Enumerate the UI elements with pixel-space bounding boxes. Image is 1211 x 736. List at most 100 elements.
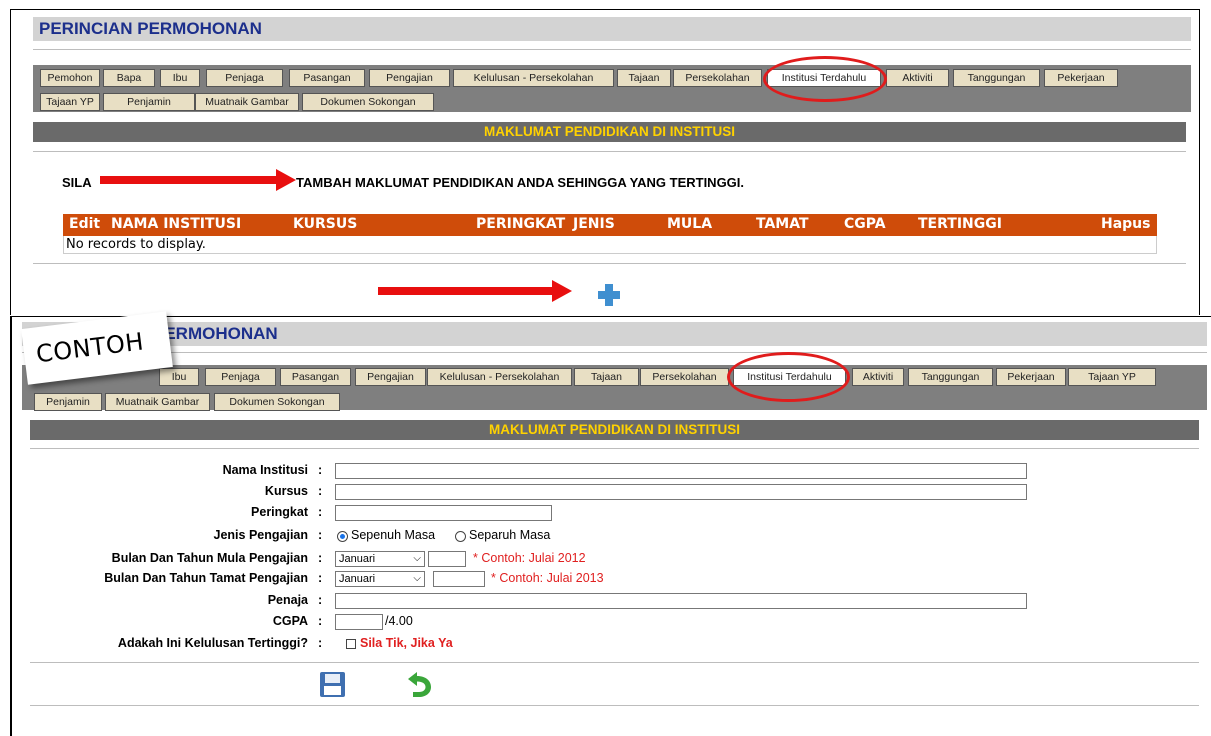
tab-ibu[interactable]: Ibu xyxy=(160,69,200,87)
tab-pasangan[interactable]: Pasangan xyxy=(280,368,351,386)
grid-header: Edit NAMA INSTITUSI KURSUS PERINGKAT JEN… xyxy=(63,214,1157,236)
col-hapus: Hapus xyxy=(1101,216,1151,232)
tab-pekerjaan[interactable]: Pekerjaan xyxy=(1044,69,1118,87)
tab-tajaan[interactable]: Tajaan xyxy=(574,368,639,386)
tab-ibu[interactable]: Ibu xyxy=(159,368,199,386)
tab-pasangan[interactable]: Pasangan xyxy=(289,69,365,87)
save-icon-label xyxy=(324,686,341,695)
tab-bapa[interactable]: Bapa xyxy=(103,69,155,87)
penaja-label: Penaja xyxy=(267,593,308,607)
mula-month-value: Januari xyxy=(339,553,376,565)
tamat-month-select[interactable]: Januari ⌵ xyxy=(335,571,425,587)
col-cgpa[interactable]: CGPA xyxy=(844,216,886,232)
nama-institusi-label: Nama Institusi xyxy=(222,463,308,477)
tab-tajaan-yp[interactable]: Tajaan YP xyxy=(1068,368,1156,386)
penaja-input[interactable] xyxy=(335,593,1027,609)
page-title-text: PERMOHONAN xyxy=(153,324,278,343)
peringkat-label: Peringkat xyxy=(251,505,308,519)
tab-dokumen-sokongan[interactable]: Dokumen Sokongan xyxy=(214,393,340,411)
tab-tajaan[interactable]: Tajaan xyxy=(617,69,671,87)
instruction-text-end: TAMBAH MAKLUMAT PENDIDIKAN ANDA SEHINGGA… xyxy=(296,175,745,190)
colon: : xyxy=(318,551,323,565)
tab-tanggungan[interactable]: Tanggungan xyxy=(908,368,993,386)
tertinggi-checkbox[interactable] xyxy=(346,639,356,649)
tab-institusi-terdahulu[interactable]: Institusi Terdahulu xyxy=(733,368,846,386)
peringkat-input[interactable] xyxy=(335,505,552,521)
tab-penjaga[interactable]: Penjaga xyxy=(205,368,276,386)
save-icon[interactable] xyxy=(320,672,345,697)
colon: : xyxy=(318,528,323,542)
tab-persekolahan[interactable]: Persekolahan xyxy=(673,69,762,87)
tab-muatnaik-gambar[interactable]: Muatnaik Gambar xyxy=(105,393,210,411)
jenis-pengajian-label: Jenis Pengajian xyxy=(213,528,308,542)
separuh-masa-label[interactable]: Separuh Masa xyxy=(469,528,550,542)
colon: : xyxy=(318,614,323,628)
divider xyxy=(33,49,1191,50)
cgpa-suffix: /4.00 xyxy=(385,614,413,628)
col-kursus[interactable]: KURSUS xyxy=(293,216,357,232)
divider xyxy=(22,352,1207,353)
kursus-input[interactable] xyxy=(335,484,1027,500)
tab-tajaan-yp[interactable]: Tajaan YP xyxy=(40,93,100,111)
tab-tanggungan[interactable]: Tanggungan xyxy=(953,69,1040,87)
tab-kelulusan-persekolahan[interactable]: Kelulusan - Persekolahan xyxy=(427,368,572,386)
chevron-down-icon: ⌵ xyxy=(413,553,421,564)
col-tamat[interactable]: TAMAT xyxy=(756,216,809,232)
tab-pengajian[interactable]: Pengajian xyxy=(355,368,426,386)
undo-icon[interactable] xyxy=(404,672,434,698)
grid-empty-row: No records to display. xyxy=(63,236,1157,254)
mula-pengajian-label: Bulan Dan Tahun Mula Pengajian xyxy=(111,551,308,565)
divider xyxy=(30,448,1199,449)
red-arrow-annotation xyxy=(378,280,572,302)
col-peringkat[interactable]: PERINGKAT xyxy=(476,216,565,232)
section-title: MAKLUMAT PENDIDIKAN DI INSTITUSI xyxy=(30,420,1199,440)
save-icon-shutter xyxy=(325,674,340,683)
tab-dokumen-sokongan[interactable]: Dokumen Sokongan xyxy=(302,93,434,111)
page-title: PERINCIAN PERMOHONAN xyxy=(33,17,1191,41)
tamat-month-value: Januari xyxy=(339,573,376,585)
red-arrow-annotation xyxy=(100,169,296,191)
screenshot-frame-1 xyxy=(10,9,1200,315)
colon: : xyxy=(318,484,323,498)
tab-penjamin[interactable]: Penjamin xyxy=(103,93,195,111)
tamat-pengajian-label: Bulan Dan Tahun Tamat Pengajian xyxy=(104,571,308,585)
sepenuh-masa-label[interactable]: Sepenuh Masa xyxy=(351,528,435,542)
tab-muatnaik-gambar[interactable]: Muatnaik Gambar xyxy=(195,93,299,111)
tab-kelulusan-persekolahan[interactable]: Kelulusan - Persekolahan xyxy=(453,69,614,87)
separuh-masa-radio[interactable] xyxy=(455,531,466,542)
col-tertinggi[interactable]: TERTINGGI xyxy=(918,216,1002,232)
tab-aktiviti[interactable]: Aktiviti xyxy=(852,368,904,386)
page-title: PERMOHONAN xyxy=(22,322,1207,346)
tab-penjamin[interactable]: Penjamin xyxy=(34,393,102,411)
cgpa-label: CGPA xyxy=(272,614,308,628)
mula-year-input[interactable] xyxy=(428,551,466,567)
col-mula[interactable]: MULA xyxy=(667,216,712,232)
sepenuh-masa-radio[interactable] xyxy=(337,531,348,542)
plus-icon[interactable] xyxy=(598,284,620,306)
tab-pekerjaan[interactable]: Pekerjaan xyxy=(996,368,1066,386)
col-jenis[interactable]: JENIS xyxy=(573,216,615,232)
divider xyxy=(33,263,1186,264)
chevron-down-icon: ⌵ xyxy=(413,573,421,584)
mula-month-select[interactable]: Januari ⌵ xyxy=(335,551,425,567)
colon: : xyxy=(318,505,323,519)
tab-aktiviti[interactable]: Aktiviti xyxy=(886,69,949,87)
col-nama-institusi[interactable]: NAMA INSTITUSI xyxy=(111,216,241,232)
tab-institusi-terdahulu[interactable]: Institusi Terdahulu xyxy=(767,69,881,87)
kursus-label: Kursus xyxy=(264,484,308,498)
tertinggi-label: Adakah Ini Kelulusan Tertinggi? xyxy=(117,636,308,650)
divider xyxy=(30,705,1199,706)
instruction-text-start: SILA xyxy=(62,175,92,190)
colon: : xyxy=(318,593,323,607)
tab-persekolahan[interactable]: Persekolahan xyxy=(640,368,729,386)
nama-institusi-input[interactable] xyxy=(335,463,1027,479)
divider xyxy=(33,151,1186,152)
tamat-year-input[interactable] xyxy=(433,571,485,587)
tab-penjaga[interactable]: Penjaga xyxy=(206,69,283,87)
tab-pengajian[interactable]: Pengajian xyxy=(369,69,450,87)
colon: : xyxy=(318,463,323,477)
col-edit: Edit xyxy=(69,216,101,232)
tab-pemohon[interactable]: Pemohon xyxy=(40,69,100,87)
section-title: MAKLUMAT PENDIDIKAN DI INSTITUSI xyxy=(33,122,1186,142)
cgpa-input[interactable] xyxy=(335,614,383,630)
